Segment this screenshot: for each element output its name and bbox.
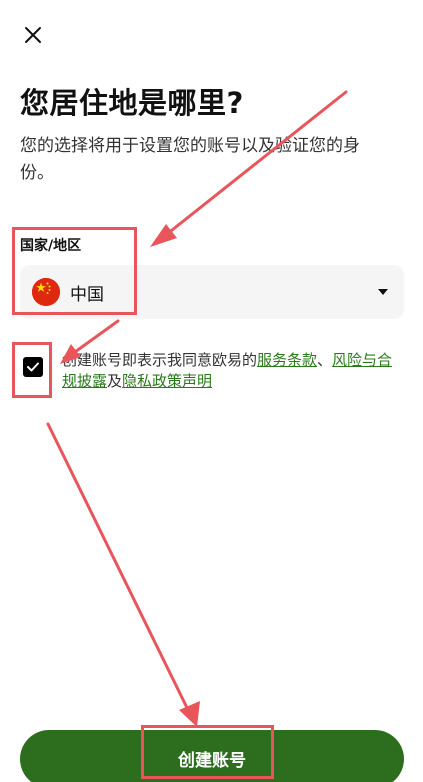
close-icon: [25, 27, 41, 43]
china-flag-icon: [32, 278, 60, 306]
page-subtitle: 您的选择将用于设置您的账号以及验证您的身份。: [20, 136, 360, 183]
close-button[interactable]: [18, 20, 48, 50]
privacy-policy-link[interactable]: 隐私政策声明: [122, 372, 212, 390]
consent-joiner: 及: [107, 372, 123, 390]
consent-prefix: 创建账号即表示我同意欧易的: [62, 351, 258, 369]
country-select[interactable]: 中国: [20, 265, 404, 319]
consent-text: 创建账号即表示我同意欧易的服务条款、风险与合规披露及隐私政策声明: [62, 350, 402, 392]
selected-country: 中国: [70, 284, 104, 305]
arrowhead-country: [150, 224, 177, 247]
checkmark-icon: [27, 362, 39, 372]
consent-checkbox[interactable]: [23, 357, 43, 377]
caret-down-icon: [378, 289, 388, 295]
terms-of-service-link[interactable]: 服务条款: [257, 351, 317, 369]
consent-separator: 、: [317, 351, 333, 369]
arrowhead-create-button: [179, 701, 200, 727]
create-account-button[interactable]: 创建账号: [20, 730, 404, 782]
country-region-label: 国家/地区: [20, 238, 82, 254]
arrow-to-create-button: [46, 422, 194, 720]
page-title: 您居住地是哪里?: [20, 86, 244, 120]
